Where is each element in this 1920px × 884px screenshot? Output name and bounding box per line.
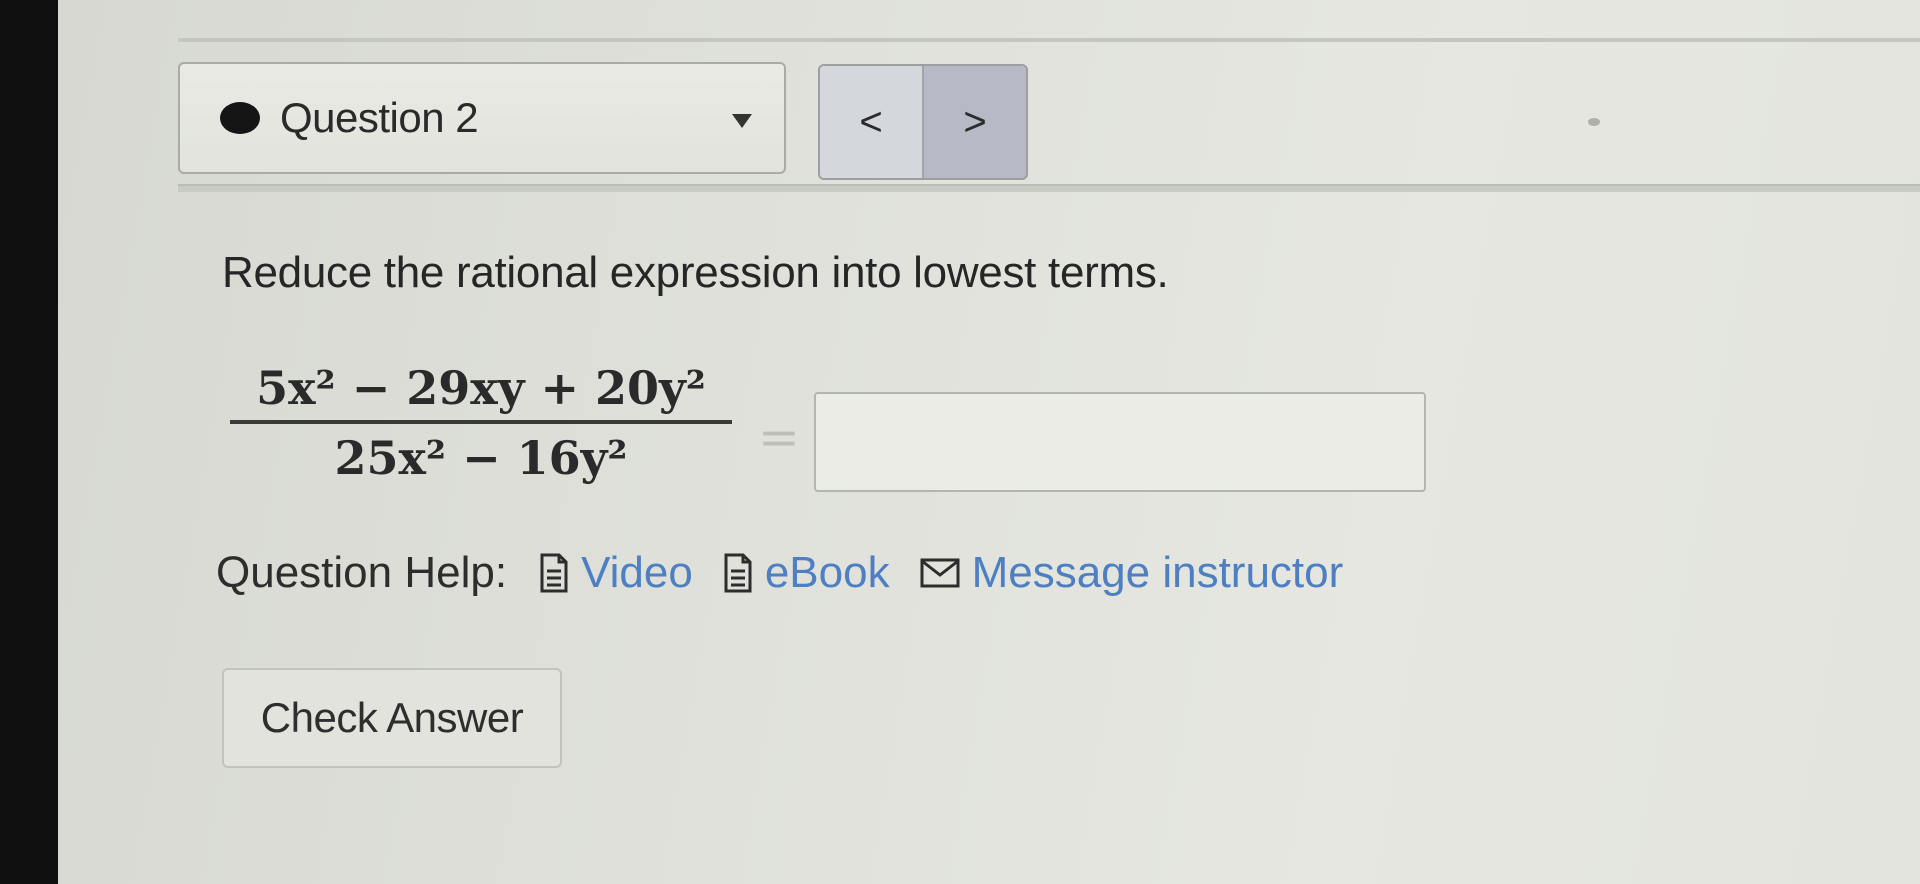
question-prompt: Reduce the rational expression into lowe… bbox=[222, 248, 1169, 297]
question-help-row: Question Help: Video eBook Message instr… bbox=[216, 548, 1373, 598]
previous-question-button[interactable]: < bbox=[820, 66, 924, 178]
equals-sign: = bbox=[758, 408, 800, 466]
expression-denominator: 25x² − 16y² bbox=[334, 431, 628, 485]
assignment-panel: Question 2 < > Reduce the rational expre… bbox=[58, 0, 1920, 884]
question-selector-label: Question 2 bbox=[280, 94, 479, 141]
next-question-button[interactable]: > bbox=[924, 66, 1026, 178]
check-answer-button[interactable]: Check Answer bbox=[222, 668, 562, 768]
message-instructor-link[interactable]: Message instructor bbox=[920, 548, 1344, 598]
question-help-label: Question Help: bbox=[216, 548, 508, 597]
question-selector-dropdown[interactable]: Question 2 bbox=[178, 62, 786, 174]
header-divider-top bbox=[178, 38, 1920, 42]
fraction-bar bbox=[230, 420, 732, 424]
answer-input[interactable] bbox=[814, 392, 1426, 492]
screen-smudge bbox=[1588, 118, 1600, 126]
ebook-link-label: eBook bbox=[764, 548, 890, 597]
document-icon bbox=[539, 553, 569, 593]
video-link-label: Video bbox=[581, 548, 693, 597]
message-instructor-label: Message instructor bbox=[971, 548, 1344, 597]
question-nav-group: < > bbox=[818, 64, 1028, 180]
document-icon bbox=[723, 553, 753, 593]
rational-expression: 5x² − 29xy + 20y² 25x² − 16y² bbox=[230, 360, 732, 486]
envelope-icon bbox=[920, 557, 960, 589]
video-link[interactable]: Video bbox=[539, 548, 693, 598]
expression-numerator: 5x² − 29xy + 20y² bbox=[256, 361, 706, 415]
caret-down-icon bbox=[732, 114, 752, 128]
header-divider-bottom bbox=[178, 184, 1920, 192]
ebook-link[interactable]: eBook bbox=[723, 548, 890, 598]
status-dot-icon bbox=[220, 102, 260, 134]
